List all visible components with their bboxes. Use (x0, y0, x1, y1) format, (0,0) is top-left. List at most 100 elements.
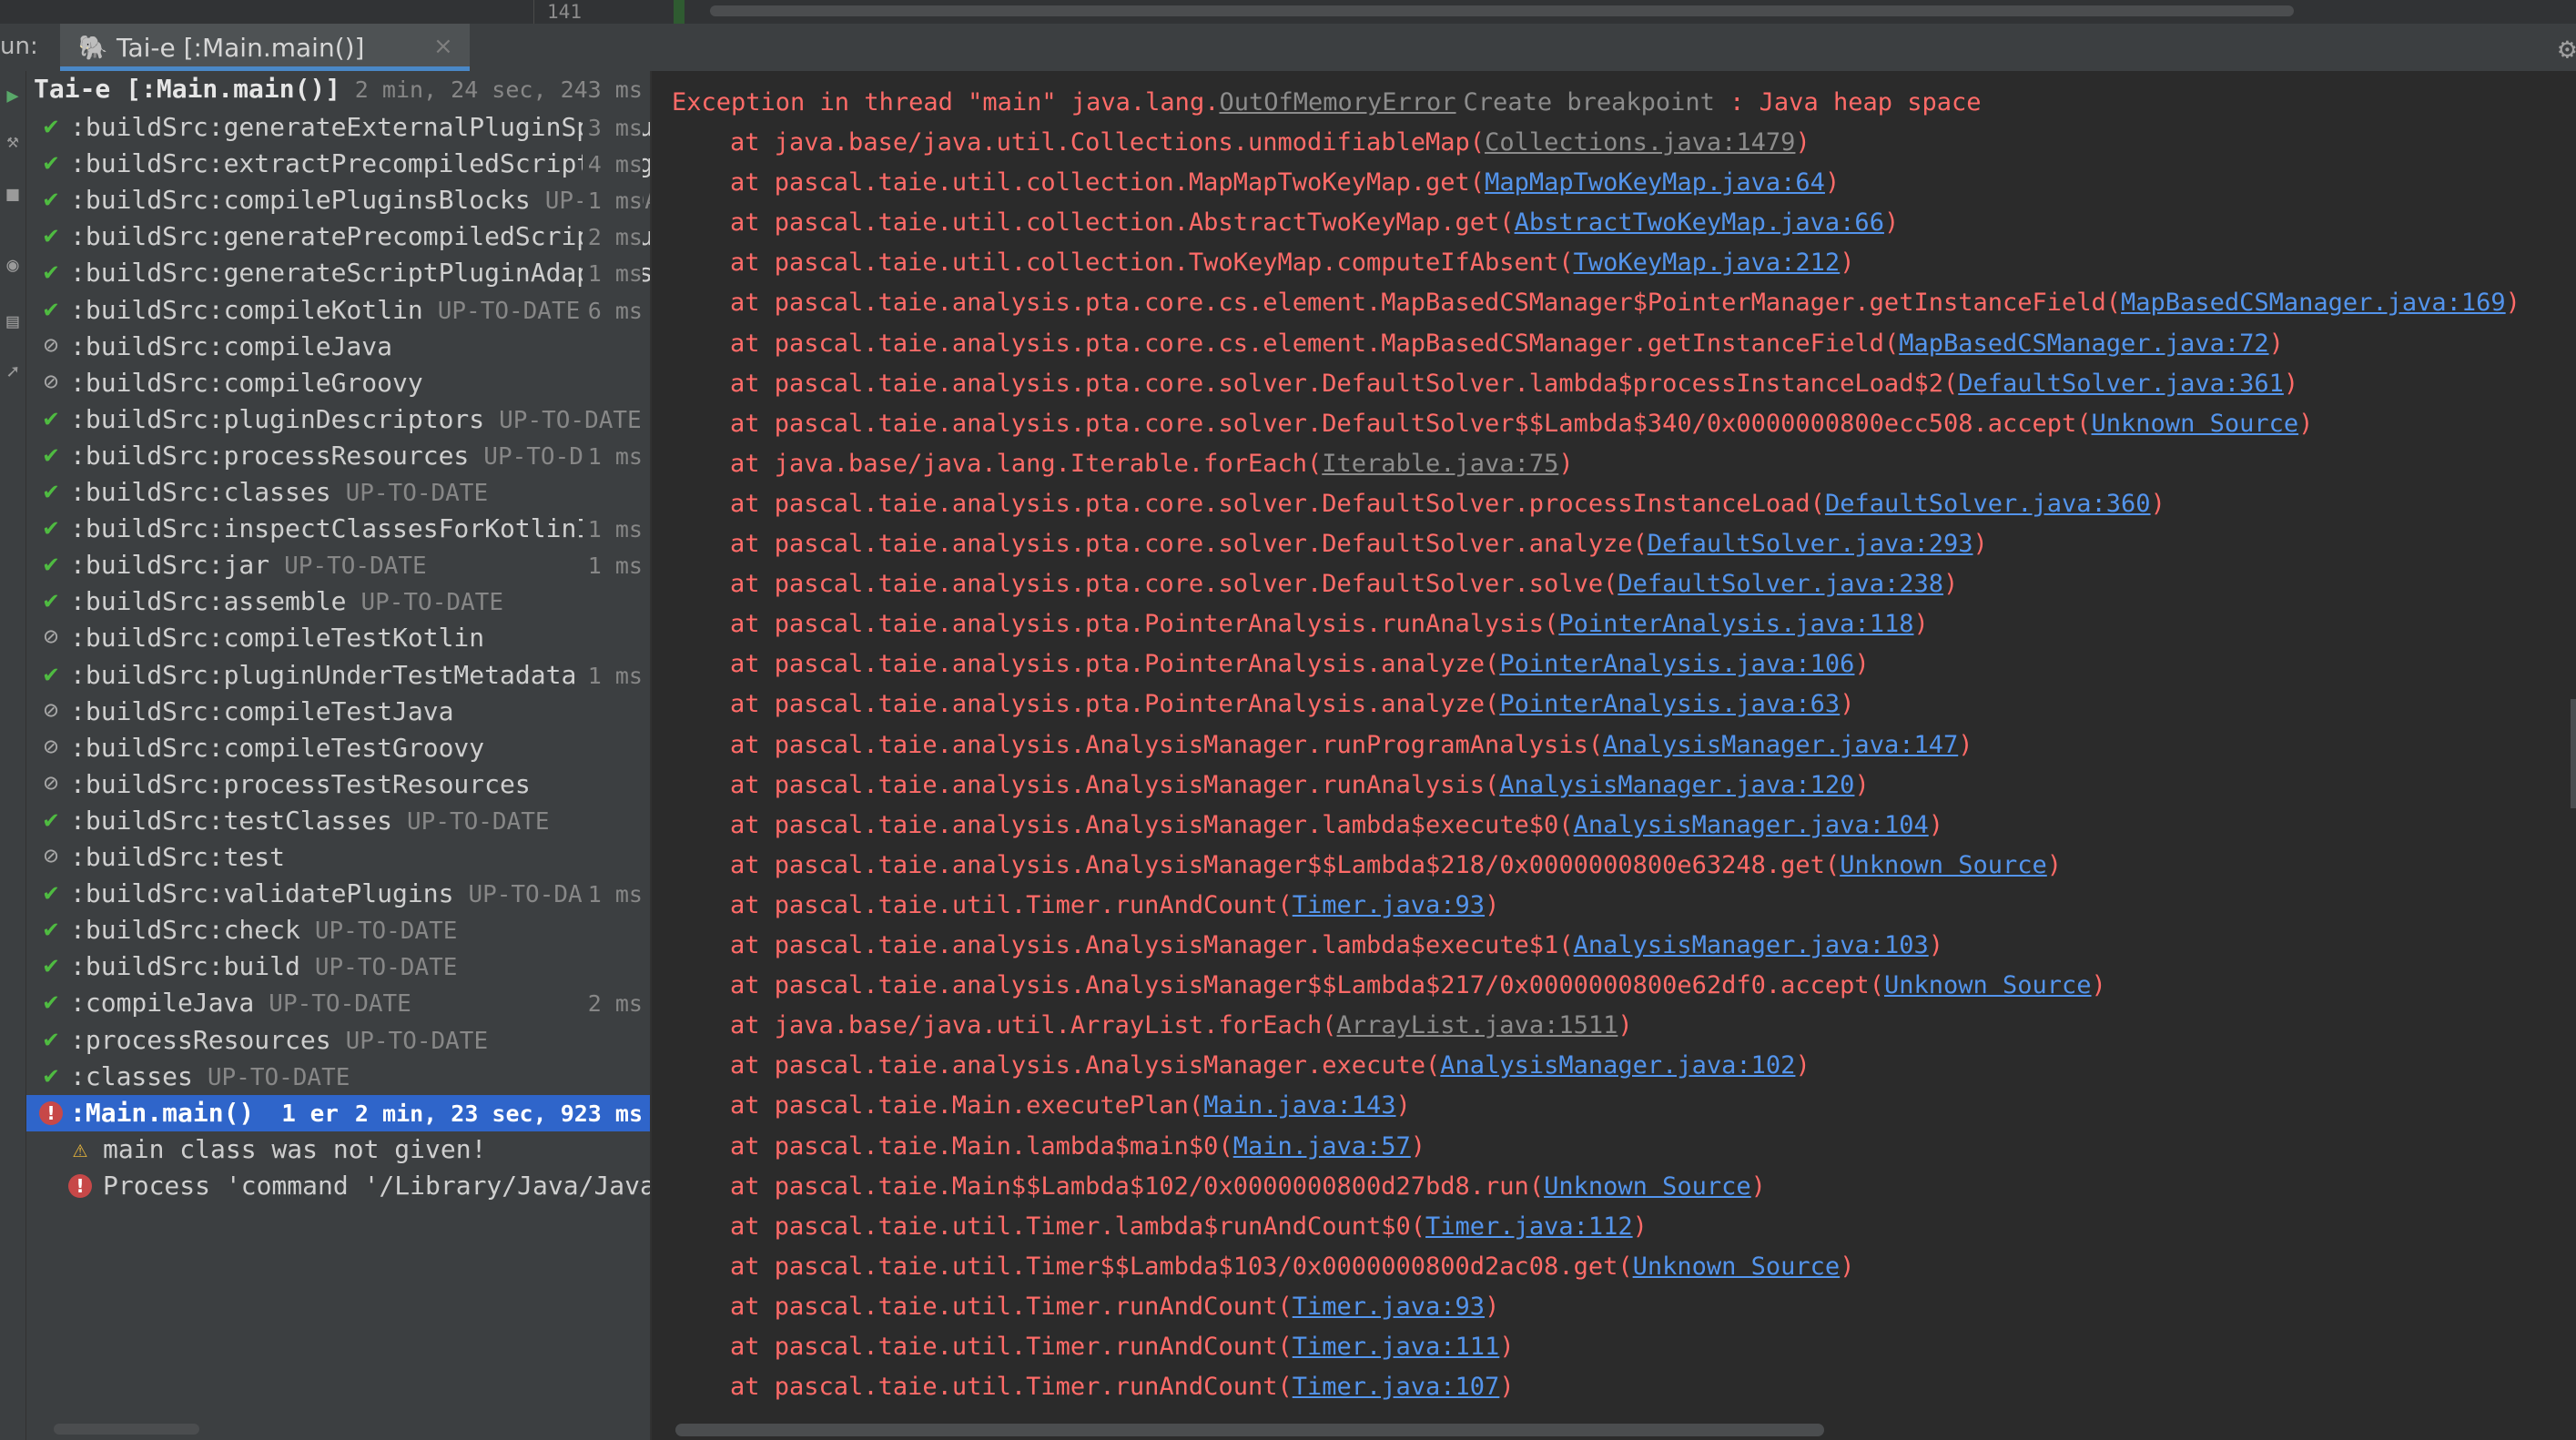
source-link[interactable]: Unknown Source (1884, 971, 2092, 999)
task-row[interactable]: ✔:buildSrc:build UP-TO-DATE (26, 948, 650, 985)
source-link[interactable]: Unknown Source (1544, 1172, 1751, 1201)
task-row[interactable]: ✔:buildSrc:pluginUnderTestMetadata 1 ms (26, 657, 650, 694)
source-link[interactable]: DefaultSolver.java:360 (1825, 490, 2151, 518)
source-link[interactable]: TwoKeyMap.java:212 (1574, 248, 1841, 277)
task-row[interactable]: ✔:buildSrc:compileKotlin UP-TO-DATE 6 ms (26, 292, 650, 329)
task-row[interactable]: ✔:buildSrc:inspectClassesForKotlinIC 1 ms (26, 511, 650, 547)
warning-message-row[interactable]: ⚠ main class was not given! (26, 1131, 650, 1168)
tree-root-row[interactable]: Tai-e [:Main.main()] 2 min, 24 sec, 243 … (34, 73, 650, 109)
run-tab[interactable]: 🐘 Tai-e [:Main.main()] (60, 24, 470, 71)
console-horizontal-scrollbar[interactable] (675, 1424, 1824, 1436)
source-link[interactable]: Unknown Source (1633, 1252, 1841, 1281)
task-row[interactable]: ✔:buildSrc:compilePluginsBlocksUP-TO-DAT… (26, 182, 650, 218)
source-link[interactable]: MapBasedCSManager.java:169 (2121, 289, 2506, 317)
task-row[interactable]: ✔:processResources UP-TO-DATE (26, 1022, 650, 1059)
source-link[interactable]: MapBasedCSManager.java:72 (1899, 330, 2268, 358)
wrench-icon[interactable]: ⚒ (0, 129, 25, 155)
source-link[interactable]: Timer.java:107 (1293, 1373, 1500, 1401)
source-link[interactable]: DefaultSolver.java:238 (1618, 570, 1943, 598)
frame-method: pascal.taie.util.collection.AbstractTwoK… (774, 208, 1500, 238)
frame-paren-open: ( (1869, 971, 1884, 1000)
source-link[interactable]: Main.java:143 (1203, 1091, 1395, 1120)
create-breakpoint-link[interactable]: Create breakpoint (1464, 88, 1715, 117)
source-link[interactable]: Unknown Source (1840, 851, 2047, 879)
source-link[interactable]: Timer.java:93 (1293, 891, 1485, 919)
source-link[interactable]: AnalysisManager.java:103 (1574, 931, 1929, 959)
task-row[interactable]: ⊘:buildSrc:compileJava (26, 329, 650, 365)
close-tab-icon[interactable]: × (433, 33, 453, 60)
source-link[interactable]: Collections.java:1479 (1485, 128, 1795, 157)
frame-paren-open: ( (1544, 610, 1559, 639)
task-row[interactable]: ✔:buildSrc:generateExternalPluginSpecBui… (26, 109, 650, 146)
selected-task-row[interactable]: ! :Main.main() 1 er 2 min, 23 sec, 923 ms (26, 1094, 650, 1131)
task-row[interactable]: ⊘:buildSrc:compileTestJava (26, 694, 650, 730)
source-link[interactable]: AbstractTwoKeyMap.java:66 (1515, 208, 1884, 237)
task-row[interactable]: ✔:buildSrc:classes UP-TO-DATE (26, 474, 650, 511)
frame-paren-close: ) (1485, 890, 1500, 919)
task-row[interactable]: ⊘:buildSrc:compileTestKotlin (26, 620, 650, 656)
frame-method: pascal.taie.analysis.pta.core.solver.Def… (774, 409, 2077, 438)
check-icon: ✔ (43, 805, 59, 834)
pin-icon[interactable]: ➚ (0, 360, 25, 386)
task-row[interactable]: ✔:buildSrc:pluginDescriptors UP-TO-DATE (26, 401, 650, 438)
task-row[interactable]: ✔:buildSrc:validatePlugins UP-TO-DATE 1 ms (26, 876, 650, 912)
tree-horizontal-scrollbar[interactable] (54, 1424, 199, 1435)
task-duration: 1 ms (582, 515, 643, 545)
source-link[interactable]: AnalysisManager.java:102 (1440, 1051, 1795, 1080)
error-icon: ! (68, 1173, 92, 1198)
source-link[interactable]: DefaultSolver.java:293 (1648, 530, 1973, 558)
frame-paren-close: ) (1499, 1333, 1515, 1361)
rerun-icon[interactable]: ▶ (0, 84, 25, 109)
source-link[interactable]: PointerAnalysis.java:118 (1558, 610, 1913, 638)
exception-class-link[interactable]: OutOfMemoryError (1219, 88, 1455, 117)
error-message-row[interactable]: ! Process 'command '/Library/Java/JavaVi… (26, 1168, 650, 1204)
editor-horizontal-scrollbar[interactable] (710, 5, 2294, 16)
frame-at: at (730, 890, 775, 919)
task-row[interactable]: ✔:compileJava UP-TO-DATE 2 ms (26, 985, 650, 1021)
frame-method: pascal.taie.analysis.AnalysisManager.lam… (774, 810, 1559, 839)
task-row[interactable]: ✔:buildSrc:processResources UP-TO-DATE 1 m… (26, 438, 650, 474)
source-link[interactable]: AnalysisManager.java:104 (1574, 811, 1929, 839)
gear-icon[interactable]: ⚙ (2559, 31, 2576, 66)
source-link[interactable]: AnalysisManager.java:147 (1603, 731, 1958, 759)
check-icon: ✔ (43, 294, 59, 323)
task-row[interactable]: ⊘:buildSrc:compileTestGroovy (26, 730, 650, 766)
task-label: :compileJava UP-TO-DATE (70, 988, 411, 1019)
source-link[interactable]: ArrayList.java:1511 (1337, 1011, 1618, 1039)
frame-method: pascal.taie.util.collection.MapMapTwoKey… (774, 168, 1470, 198)
source-link[interactable]: Timer.java:93 (1293, 1293, 1485, 1321)
run-tool-window-header: un: 🐘 Tai-e [:Main.main()] × ⚙ (0, 24, 2576, 72)
eye-icon[interactable]: ◉ (0, 253, 25, 279)
source-link[interactable]: Timer.java:111 (1293, 1333, 1500, 1361)
task-row[interactable]: ✔:classes UP-TO-DATE (26, 1059, 650, 1095)
task-row[interactable]: ✔:buildSrc:extractPrecompiledScriptPlugi… (26, 146, 650, 182)
source-link[interactable]: Timer.java:112 (1425, 1212, 1633, 1241)
task-row[interactable]: ✔:buildSrc:jar UP-TO-DATE 1 ms (26, 547, 650, 583)
frame-paren-close: ) (1854, 770, 1870, 799)
source-link[interactable]: PointerAnalysis.java:63 (1499, 690, 1840, 718)
frame-at: at (730, 650, 775, 679)
task-row[interactable]: ✔:buildSrc:check UP-TO-DATE (26, 912, 650, 948)
source-link[interactable]: DefaultSolver.java:361 (1958, 370, 2284, 398)
stack-frame: at java.base/java.util.Collections.unmod… (730, 127, 1810, 158)
source-link[interactable]: MapMapTwoKeyMap.java:64 (1485, 168, 1825, 197)
task-row[interactable]: ✔:buildSrc:generatePrecompiledScriptPlug… (26, 218, 650, 255)
console-vertical-scrollbar[interactable] (2571, 699, 2576, 808)
frame-paren-open: ( (1277, 890, 1293, 919)
source-link[interactable]: Iterable.java:75 (1322, 450, 1558, 478)
task-row[interactable]: ⊘:buildSrc:processTestResources (26, 766, 650, 803)
source-link[interactable]: Unknown Source (2092, 410, 2299, 438)
layout-icon[interactable]: ▤ (0, 309, 25, 335)
frame-method: pascal.taie.util.Timer.runAndCount (774, 1373, 1278, 1402)
task-row[interactable]: ⊘:buildSrc:compileGroovy (26, 365, 650, 401)
task-row[interactable]: ⊘:buildSrc:test (26, 839, 650, 876)
source-link[interactable]: PointerAnalysis.java:106 (1499, 650, 1854, 678)
task-row[interactable]: ✔:buildSrc:generateScriptPluginAdapters 1… (26, 255, 650, 291)
check-icon: ✔ (43, 513, 59, 543)
task-row[interactable]: ✔:buildSrc:assemble UP-TO-DATE (26, 583, 650, 620)
source-link[interactable]: Main.java:57 (1233, 1132, 1411, 1161)
stop-icon[interactable]: ■ (0, 182, 25, 208)
warning-icon: ⚠ (72, 1134, 88, 1163)
source-link[interactable]: AnalysisManager.java:120 (1499, 771, 1854, 799)
task-row[interactable]: ✔:buildSrc:testClasses UP-TO-DATE (26, 803, 650, 839)
